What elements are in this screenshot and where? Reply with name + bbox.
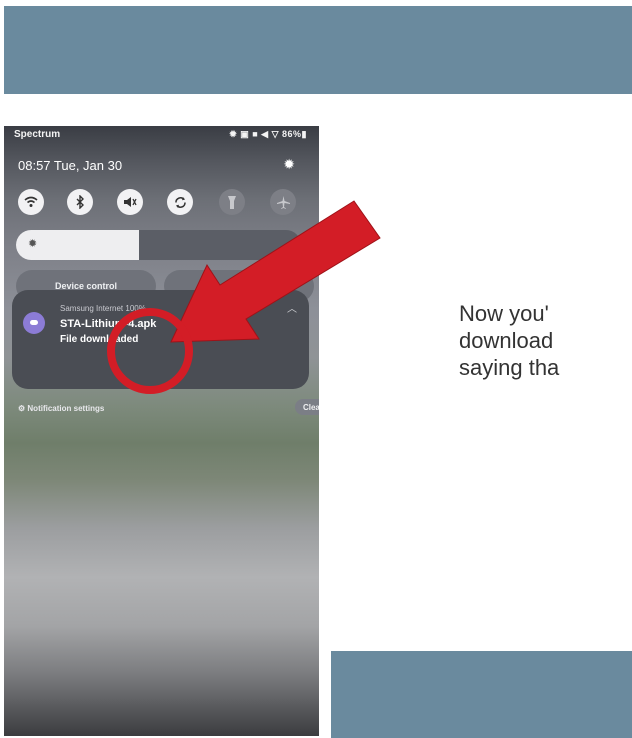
brightness-icon: ✹ xyxy=(28,238,38,250)
mute-icon[interactable] xyxy=(117,189,143,215)
notification-title: STA-Lithium-4.apk xyxy=(60,318,157,330)
notification-subtitle: File downloaded xyxy=(60,334,139,345)
airplane-icon[interactable] xyxy=(270,189,296,215)
footer-band xyxy=(331,651,632,738)
brightness-slider[interactable]: ✹ xyxy=(16,230,301,260)
bluetooth-icon[interactable] xyxy=(67,189,93,215)
clock-date: 08:57 Tue, Jan 30 xyxy=(18,158,123,173)
notification-app-label: Samsung Internet 100% xyxy=(60,304,146,313)
clear-button[interactable]: Clear xyxy=(295,399,319,415)
body-line: download xyxy=(459,328,554,353)
flashlight-icon[interactable] xyxy=(219,189,245,215)
header-band xyxy=(4,6,632,94)
gear-icon[interactable]: ✹ xyxy=(283,156,295,173)
wifi-icon[interactable] xyxy=(18,189,44,215)
body-line: saying tha xyxy=(459,355,560,380)
notification-settings-link[interactable]: ⚙ Notification settings xyxy=(18,404,104,413)
sync-icon[interactable] xyxy=(167,189,193,215)
status-icons: ✹ ▣ ■ ◀ ▽ 86%▮ xyxy=(229,129,307,139)
phone-screenshot: Spectrum ✹ ▣ ■ ◀ ▽ 86%▮ 08:57 Tue, Jan 3… xyxy=(4,126,319,736)
expand-icon[interactable]: ︿ xyxy=(287,300,297,315)
slide-body-text: Now you' download saying tha xyxy=(459,300,632,400)
carrier-label: Spectrum xyxy=(14,129,61,140)
app-icon xyxy=(23,312,45,334)
body-line: Now you' xyxy=(459,301,549,326)
download-notification[interactable]: Samsung Internet 100% STA-Lithium-4.apk … xyxy=(12,290,309,389)
notification-settings-label: Notification settings xyxy=(27,404,105,413)
